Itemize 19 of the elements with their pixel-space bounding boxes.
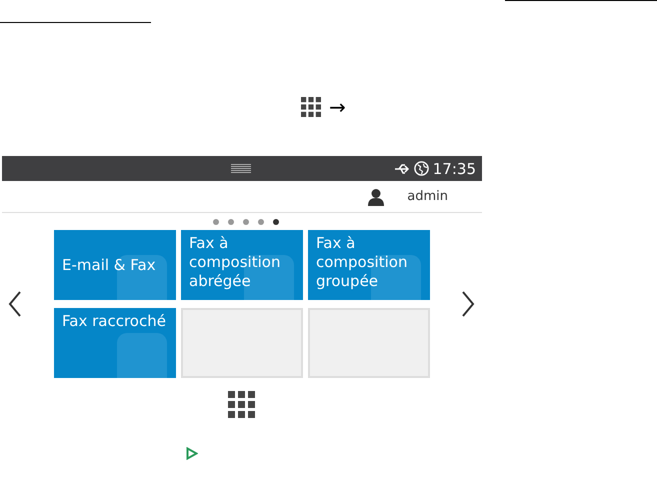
clock-time: 17:35 xyxy=(432,160,476,178)
page-dot[interactable] xyxy=(273,219,279,225)
page-dot[interactable] xyxy=(213,219,219,225)
page-dot[interactable] xyxy=(243,219,249,225)
apps-grid-icon xyxy=(301,97,321,117)
apps-grid-icon xyxy=(228,391,255,418)
user-icon[interactable] xyxy=(367,188,386,206)
app-tile[interactable]: Fax à composition groupée xyxy=(308,230,430,300)
app-tile[interactable]: E-mail & Fax xyxy=(54,230,176,300)
play-icon xyxy=(186,447,198,460)
user-name[interactable]: admin xyxy=(407,189,448,204)
globe-icon xyxy=(414,161,429,176)
menu-handle-icon xyxy=(231,164,251,173)
usb-icon xyxy=(394,162,410,174)
page-dot[interactable] xyxy=(228,219,234,225)
app-tile[interactable]: Fax raccroché xyxy=(54,308,176,378)
page-dot[interactable] xyxy=(258,219,264,225)
arrow-symbol: → xyxy=(329,97,346,117)
app-tile[interactable]: Fax à composition abrégée xyxy=(181,230,303,300)
